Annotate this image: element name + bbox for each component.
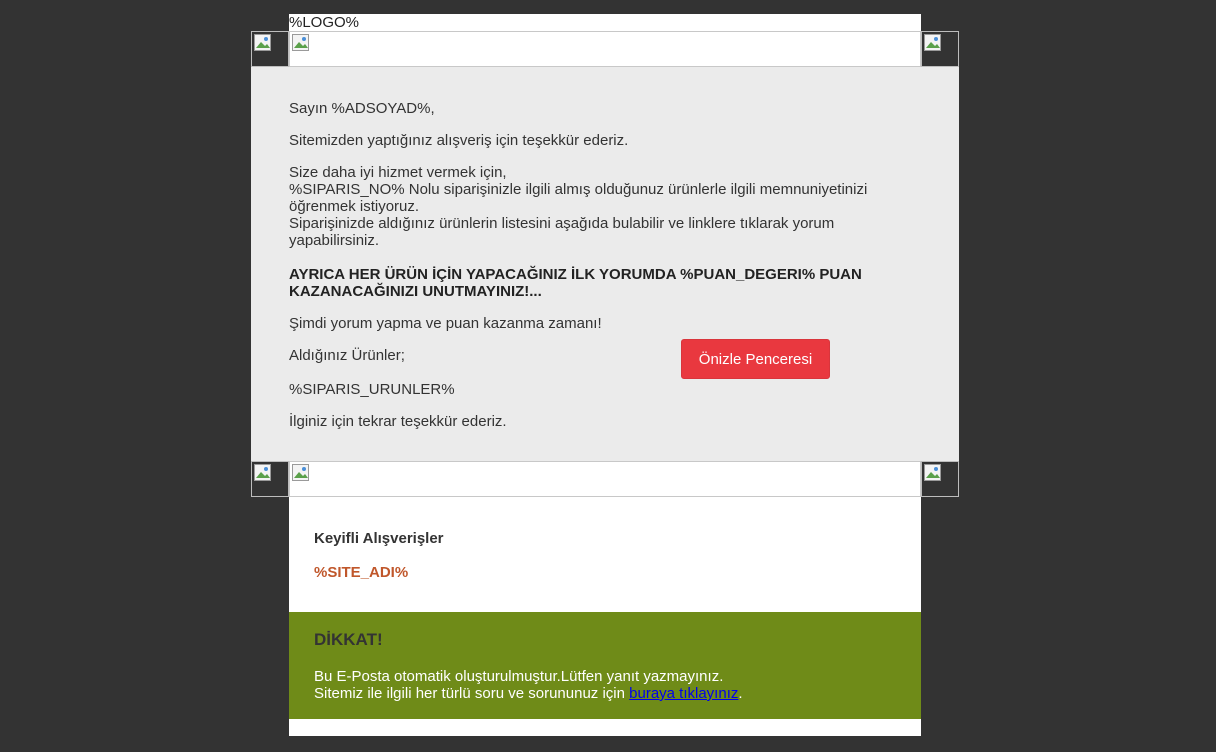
top-banner-image bbox=[289, 31, 921, 67]
top-right-corner-image bbox=[921, 31, 959, 67]
closing-text: İlginiz için tekrar teşekkür ederiz. bbox=[289, 413, 507, 430]
intro-line-1: Size daha iyi hizmet vermek için, bbox=[289, 164, 507, 181]
greeting-text: Sayın %ADSOYAD%, bbox=[289, 100, 435, 117]
broken-image-icon bbox=[924, 34, 941, 51]
broken-image-icon bbox=[292, 34, 309, 51]
broken-image-icon bbox=[292, 464, 309, 481]
bottom-left-corner-image bbox=[251, 461, 289, 497]
products-placeholder: %SIPARIS_URUNLER% bbox=[289, 381, 455, 398]
thanks-text: Sitemizden yaptığınız alışveriş için teş… bbox=[289, 132, 629, 149]
intro-line-3: öğrenmek istiyoruz. bbox=[289, 198, 420, 215]
warning-footer: DİKKAT! Bu E-Posta otomatik oluşturulmuş… bbox=[289, 612, 921, 719]
broken-image-icon bbox=[254, 34, 271, 51]
logo-row bbox=[289, 14, 921, 32]
site-name-placeholder: %SITE_ADI% bbox=[314, 564, 409, 581]
footer-spacer bbox=[289, 719, 921, 736]
signature-title: Keyifli Alışverişler bbox=[314, 530, 444, 547]
warning-title: DİKKAT! bbox=[314, 630, 383, 649]
signature-section: Keyifli Alışverişler %SITE_ADI% bbox=[289, 497, 921, 612]
contact-link[interactable]: buraya tıklayınız bbox=[629, 685, 738, 702]
review-now-text: Şimdi yorum yapma ve puan kazanma zamanı… bbox=[289, 315, 602, 332]
warning-line-1: Bu E-Posta otomatik oluşturulmuştur.Lütf… bbox=[314, 668, 724, 685]
warning-line-2-prefix: Sitemiz ile ilgili her türlü soru ve sor… bbox=[314, 685, 630, 702]
intro-line-4: Siparişinizde aldığınız ürünlerin listes… bbox=[289, 215, 835, 232]
intro-line-2: %SIPARIS_NO% Nolu siparişinizle ilgili a… bbox=[289, 181, 868, 198]
intro-line-5: yapabilirsiniz. bbox=[289, 232, 380, 249]
message-body: Sayın %ADSOYAD%, Sitemizden yaptığınız a… bbox=[251, 67, 959, 461]
broken-image-icon bbox=[924, 464, 941, 481]
points-notice-line-1: AYRICA HER ÜRÜN İÇİN YAPACAĞINIZ İLK YOR… bbox=[289, 266, 862, 283]
logo-placeholder: %LOGO% bbox=[289, 14, 360, 31]
bottom-banner-image bbox=[289, 461, 921, 497]
bottom-right-corner-image bbox=[921, 461, 959, 497]
points-notice-line-2: KAZANACAĞINIZI UNUTMAYINIZ!... bbox=[289, 283, 542, 300]
broken-image-icon bbox=[254, 464, 271, 481]
preview-window-button[interactable]: Önizle Penceresi bbox=[681, 339, 830, 379]
warning-line-2-suffix: . bbox=[738, 685, 743, 702]
email-template-page: %LOGO% Sayın %ADSOYAD%, Sitemizden yaptı… bbox=[0, 0, 1216, 752]
warning-line-2: Sitemiz ile ilgili her türlü soru ve sor… bbox=[314, 685, 743, 702]
top-left-corner-image bbox=[251, 31, 289, 67]
